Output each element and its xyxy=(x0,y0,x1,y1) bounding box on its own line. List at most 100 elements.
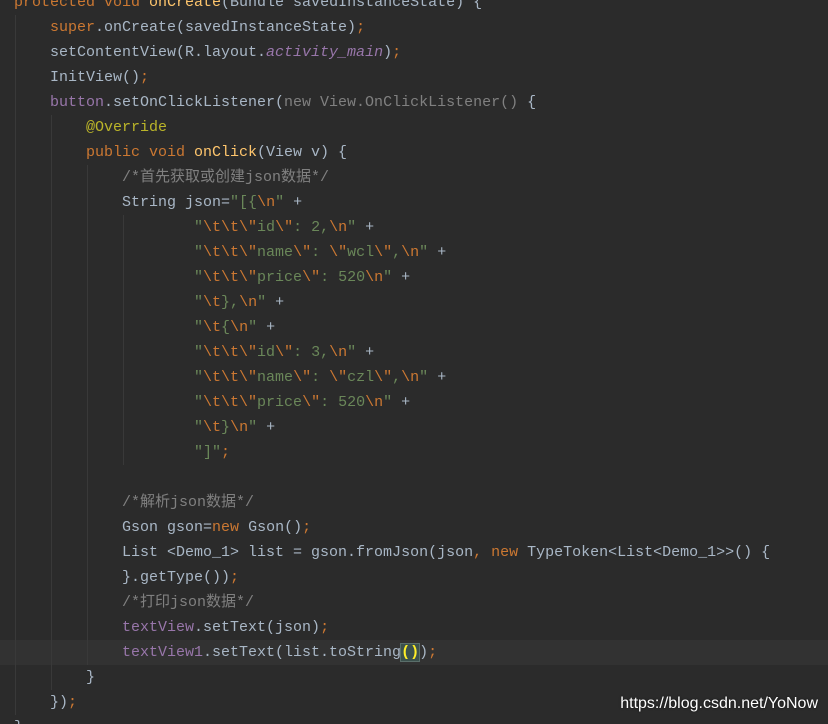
code-line[interactable]: protected void onCreate(Bundle savedInst… xyxy=(0,0,828,15)
code-token[interactable]: @Override xyxy=(14,119,167,136)
code-token[interactable]: + xyxy=(356,219,374,236)
code-token[interactable]: ; xyxy=(356,19,365,36)
code-token[interactable]: \t\t\" xyxy=(203,394,257,411)
code-token[interactable]: (View v) { xyxy=(257,144,347,161)
code-token[interactable]: List <Demo_1> list = gson.fromJson(json xyxy=(14,544,473,561)
code-token[interactable]: \" xyxy=(293,369,311,386)
code-token[interactable]: /*首先获取或创建json数据*/ xyxy=(14,169,329,186)
code-token[interactable]: " xyxy=(14,344,203,361)
code-token[interactable]: " xyxy=(383,269,392,286)
code-token[interactable]: setContentView(R.layout. xyxy=(14,44,266,61)
code-token[interactable]: price xyxy=(257,394,302,411)
code-token[interactable]: ) xyxy=(383,44,392,61)
code-token[interactable]: String json= xyxy=(14,194,230,211)
code-token[interactable]: czl xyxy=(347,369,374,386)
code-line[interactable]: setContentView(R.layout.activity_main); xyxy=(0,40,828,65)
code-line[interactable]: List <Demo_1> list = gson.fromJson(json,… xyxy=(0,540,828,565)
code-token[interactable]: onClick xyxy=(194,144,257,161)
code-token[interactable]: button xyxy=(14,94,104,111)
code-token[interactable]: + xyxy=(428,369,446,386)
code-line[interactable]: @Override xyxy=(0,115,828,140)
code-token[interactable]: \n xyxy=(401,244,419,261)
code-line-current[interactable]: textView1.setText(list.toString()); xyxy=(0,640,828,665)
code-token[interactable]: new View.OnClickListener() xyxy=(284,94,518,111)
code-token[interactable]: (Bundle savedInstanceState) { xyxy=(221,0,482,11)
code-token[interactable]: { xyxy=(518,94,536,111)
code-line[interactable]: } xyxy=(0,715,828,724)
code-token[interactable]: name xyxy=(257,244,293,261)
code-token[interactable]: /*打印json数据*/ xyxy=(14,594,254,611)
code-line[interactable]: "]"; xyxy=(0,440,828,465)
code-token[interactable]: onCreate xyxy=(149,0,221,11)
code-token[interactable]: : xyxy=(311,369,329,386)
code-token[interactable]: " xyxy=(419,244,428,261)
code-token[interactable]: }.getType()) xyxy=(14,569,230,586)
code-token[interactable]: \" xyxy=(329,244,347,261)
code-token[interactable]: super xyxy=(14,19,95,36)
code-token[interactable]: \t xyxy=(203,294,221,311)
code-token[interactable]: " xyxy=(275,194,284,211)
code-token[interactable]: textView xyxy=(14,619,194,636)
code-token[interactable]: .onCreate(savedInstanceState) xyxy=(95,19,356,36)
code-token[interactable]: \" xyxy=(275,344,293,361)
code-token[interactable]: " xyxy=(14,294,203,311)
code-line[interactable]: "\t{\n" + xyxy=(0,315,828,340)
code-line[interactable]: super.onCreate(savedInstanceState); xyxy=(0,15,828,40)
code-token[interactable]: public void xyxy=(14,144,194,161)
code-token[interactable]: \" xyxy=(275,219,293,236)
code-token[interactable]: id xyxy=(257,344,275,361)
code-token[interactable]: protected void xyxy=(14,0,149,11)
code-line[interactable]: "\t},\n" + xyxy=(0,290,828,315)
matched-parens[interactable]: () xyxy=(400,643,421,662)
code-token[interactable]: + xyxy=(257,319,275,336)
code-token[interactable]: \n xyxy=(257,194,275,211)
code-token[interactable]: \t\t\" xyxy=(203,269,257,286)
code-token[interactable]: " xyxy=(14,269,203,286)
code-token[interactable]: InitView() xyxy=(14,69,140,86)
code-token[interactable]: name xyxy=(257,369,293,386)
code-token[interactable]: /*解析json数据*/ xyxy=(14,494,254,511)
code-token[interactable]: "[{ xyxy=(230,194,257,211)
code-line[interactable]: /*打印json数据*/ xyxy=(0,590,828,615)
code-token[interactable]: \n xyxy=(329,344,347,361)
code-token[interactable]: Gson gson= xyxy=(14,519,212,536)
code-token[interactable]: } xyxy=(14,669,95,686)
code-token[interactable]: { xyxy=(221,319,230,336)
code-line[interactable]: }.getType()); xyxy=(0,565,828,590)
code-token[interactable]: }) xyxy=(14,694,68,711)
code-token[interactable]: , xyxy=(392,369,401,386)
code-token[interactable]: ; xyxy=(68,694,77,711)
code-token[interactable]: " xyxy=(347,219,356,236)
code-token[interactable]: + xyxy=(257,419,275,436)
code-line[interactable]: "\t\t\"price\": 520\n" + xyxy=(0,265,828,290)
code-token[interactable]: " xyxy=(14,369,203,386)
code-line[interactable]: "\t\t\"name\": \"czl\",\n" + xyxy=(0,365,828,390)
code-line[interactable]: textView.setText(json); xyxy=(0,615,828,640)
code-token[interactable]: : 2, xyxy=(293,219,329,236)
code-token[interactable]: " xyxy=(14,419,203,436)
code-token[interactable]: ; xyxy=(428,644,437,661)
code-token[interactable]: wcl xyxy=(347,244,374,261)
code-line[interactable]: InitView(); xyxy=(0,65,828,90)
code-token[interactable]: }, xyxy=(221,294,239,311)
code-line[interactable]: Gson gson=new Gson(); xyxy=(0,515,828,540)
code-token[interactable]: + xyxy=(266,294,284,311)
code-token[interactable]: ; xyxy=(221,444,230,461)
code-token[interactable]: .setOnClickListener( xyxy=(104,94,284,111)
code-token[interactable]: + xyxy=(392,269,410,286)
code-line[interactable]: public void onClick(View v) { xyxy=(0,140,828,165)
code-token[interactable]: ) xyxy=(419,644,428,661)
code-line[interactable]: "\t\t\"id\": 2,\n" + xyxy=(0,215,828,240)
code-token[interactable]: ; xyxy=(230,569,239,586)
code-line[interactable]: "\t}\n" + xyxy=(0,415,828,440)
code-token[interactable]: TypeToken<List<Demo_1>>() { xyxy=(518,544,770,561)
code-token[interactable]: \n xyxy=(401,369,419,386)
code-lines[interactable]: protected void onCreate(Bundle savedInst… xyxy=(0,0,828,724)
code-token[interactable]: \" xyxy=(293,244,311,261)
code-token[interactable]: \n xyxy=(365,394,383,411)
code-token[interactable]: \t xyxy=(203,419,221,436)
code-token[interactable]: : xyxy=(311,244,329,261)
code-token[interactable]: " xyxy=(14,244,203,261)
code-token[interactable]: , xyxy=(392,244,401,261)
code-token[interactable]: new xyxy=(212,519,239,536)
